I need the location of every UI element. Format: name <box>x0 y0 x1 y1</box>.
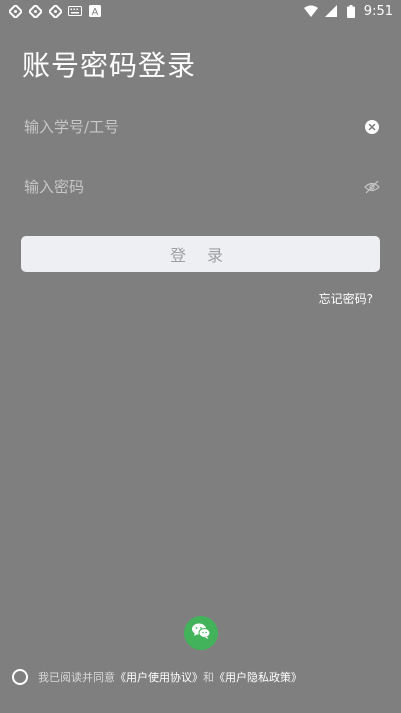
forgot-password-link[interactable]: 忘记密码? <box>319 290 373 307</box>
wechat-login-button[interactable] <box>184 616 218 650</box>
agreement-row: 我已阅读并同意《用户使用协议》和《用户隐私政策》 <box>12 669 302 685</box>
notification-icon <box>48 4 62 18</box>
battery-icon <box>344 4 358 18</box>
account-input[interactable] <box>22 117 346 137</box>
status-left: A <box>8 4 102 18</box>
and-text: 和 <box>203 671 214 684</box>
status-bar: A 9:51 <box>0 0 401 22</box>
page-title: 账号密码登录 <box>22 49 197 82</box>
wechat-icon <box>191 622 211 644</box>
status-right: 9:51 <box>303 3 393 19</box>
login-button[interactable]: 登 录 <box>21 236 380 272</box>
terms-link[interactable]: 《用户使用协议》 <box>115 671 203 684</box>
notification-icon <box>28 4 42 18</box>
svg-text:A: A <box>92 7 99 17</box>
account-field <box>22 112 380 142</box>
a-icon: A <box>88 4 102 18</box>
wifi-icon <box>303 4 318 18</box>
password-input[interactable] <box>22 177 346 197</box>
eye-hidden-icon[interactable] <box>364 179 380 195</box>
agree-prefix: 我已阅读并同意 <box>38 671 115 684</box>
notification-icon <box>8 4 22 18</box>
agreement-text: 我已阅读并同意《用户使用协议》和《用户隐私政策》 <box>38 669 302 685</box>
clear-icon[interactable] <box>364 119 380 135</box>
signal-icon <box>324 4 338 18</box>
privacy-link[interactable]: 《用户隐私政策》 <box>214 671 302 684</box>
password-field <box>22 172 380 202</box>
agree-radio[interactable] <box>12 669 28 685</box>
keyboard-icon <box>68 4 82 18</box>
clock: 9:51 <box>363 3 393 19</box>
